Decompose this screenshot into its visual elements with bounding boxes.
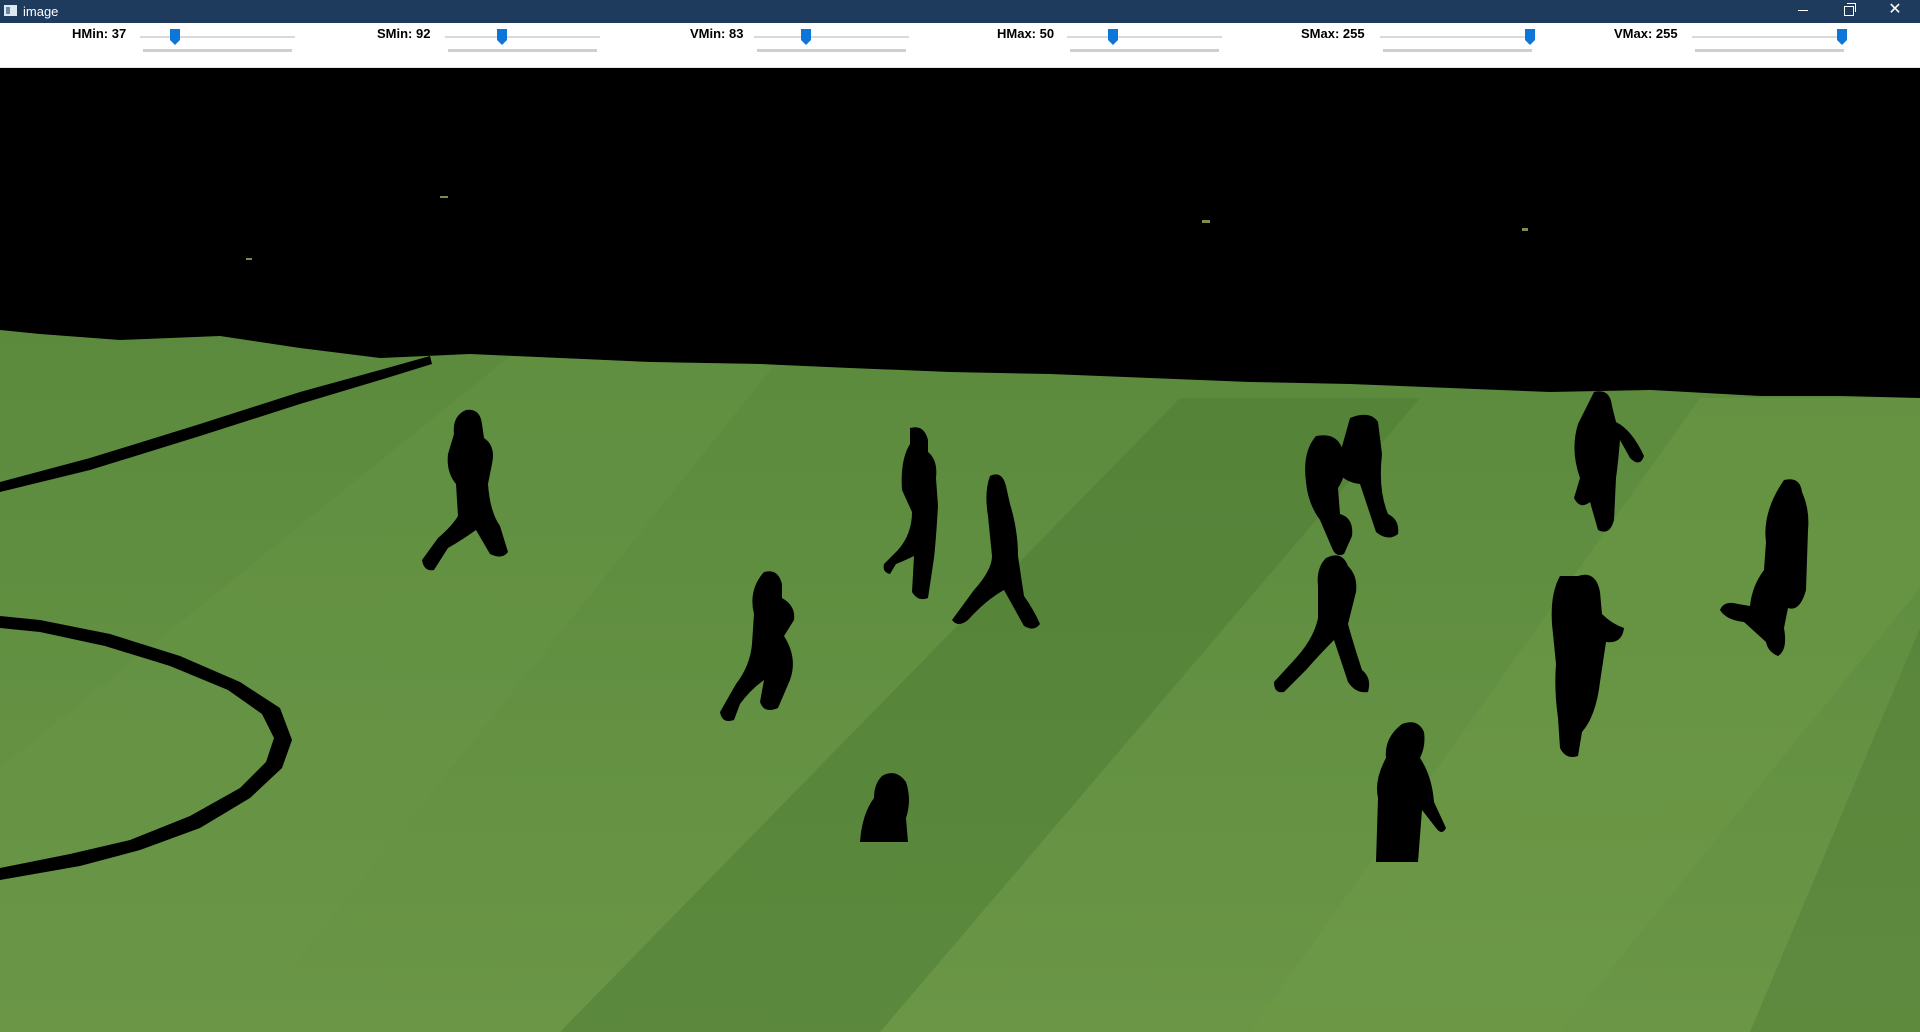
- restore-icon: [1844, 3, 1856, 16]
- app-window-icon: [4, 5, 17, 16]
- close-button[interactable]: ✕: [1872, 0, 1918, 23]
- trackbar-panel: HMin: 37 SMin: 92 VMin: 83 HMax: 50 SMax…: [0, 23, 1920, 68]
- trackbar-label-vmax: VMax: 255: [1614, 26, 1678, 41]
- masked-pitch-image: [0, 196, 1920, 1032]
- close-icon: ✕: [1888, 1, 1902, 18]
- trackbar-vmax[interactable]: VMax: 255: [0, 23, 1880, 67]
- opencv-window: image ✕ HMin: 37 SMin: 92 VMin: 83 HMax:…: [0, 0, 1920, 1032]
- restore-button[interactable]: [1826, 0, 1872, 23]
- trackbar-track-vmax[interactable]: [1692, 36, 1847, 38]
- grass-region: [0, 330, 1920, 1032]
- noise-specks: [246, 196, 1528, 260]
- minimize-icon: [1798, 10, 1808, 11]
- minimize-button[interactable]: [1780, 0, 1826, 23]
- title-bar[interactable]: image ✕: [0, 0, 1920, 23]
- trackbar-base-vmax: [1695, 49, 1844, 52]
- masked-image-view: [0, 68, 1920, 1032]
- trackbar-thumb-vmax[interactable]: [1837, 29, 1847, 45]
- window-title: image: [23, 4, 59, 19]
